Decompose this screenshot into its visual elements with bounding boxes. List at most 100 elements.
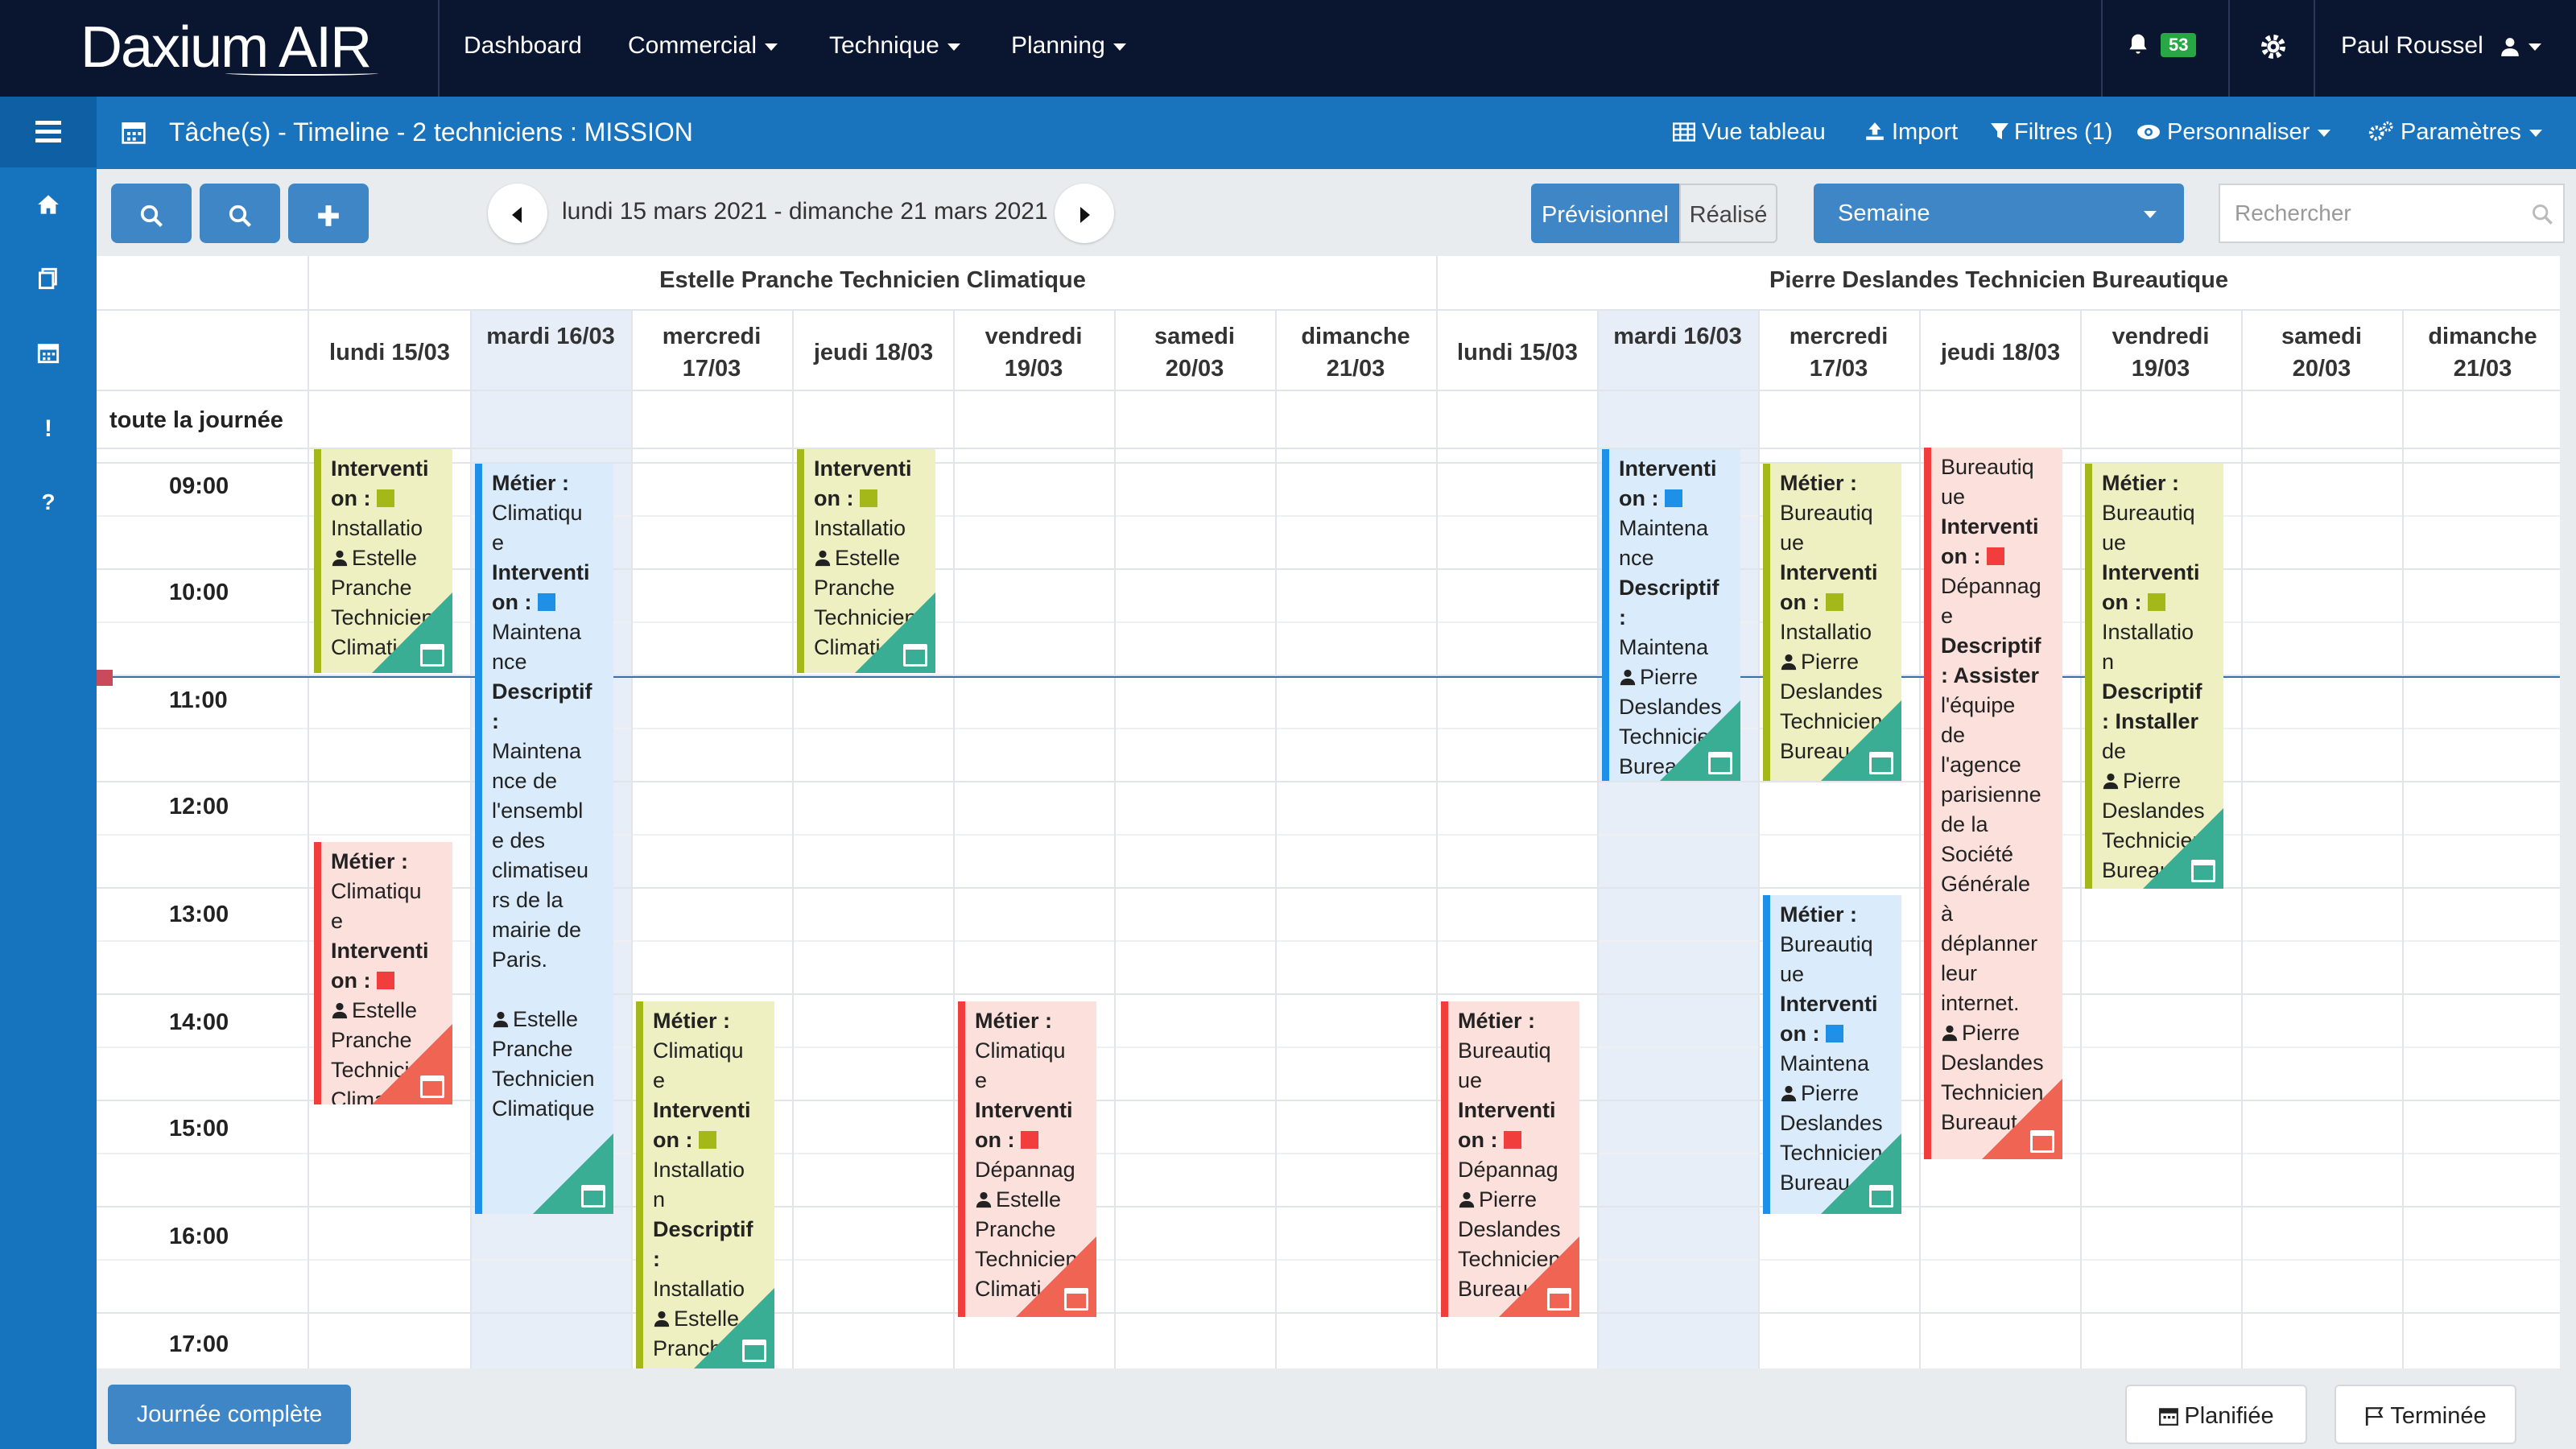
nav-planning[interactable]: Planning (1011, 32, 1126, 60)
notifications-button[interactable]: 53 (2125, 31, 2197, 58)
previsionnel-toggle[interactable]: Prévisionnel (1531, 184, 1679, 243)
task-event[interactable]: Métier : Climatiqu e Interventi on : Maintena… (475, 464, 613, 1214)
exclamation-icon: ! (44, 415, 52, 442)
advanced-search-button[interactable] (200, 184, 280, 243)
realise-toggle[interactable]: Réalisé (1679, 184, 1777, 243)
planifiee-button[interactable]: Planifiée (2125, 1385, 2307, 1444)
event-technician: Pierre (1479, 1187, 1538, 1212)
event-line: Estelle (492, 1005, 609, 1034)
next-week-button[interactable] (1055, 184, 1114, 243)
event-line: déplanner (1941, 931, 2038, 956)
add-task-button[interactable] (288, 184, 369, 243)
parametres-label: Paramètres (2401, 119, 2521, 145)
calendar-icon (742, 1340, 766, 1362)
nav-dashboard[interactable]: Dashboard (464, 32, 582, 60)
grid-line (97, 390, 2560, 391)
task-event[interactable]: Métier : Climatiqu e Interventi on : Dépannag… (958, 1001, 1096, 1317)
all-day-label: toute la journée (109, 407, 283, 433)
event-line: on : (1619, 484, 1736, 514)
current-time-marker (97, 670, 113, 686)
hour-label: 09:00 (169, 473, 229, 499)
hour-label: 11:00 (169, 687, 228, 713)
sidebar-item-documents[interactable] (0, 267, 97, 296)
task-event[interactable]: Interventi on : Maintena nce Descriptif: Main… (1602, 449, 1740, 781)
grid-line (97, 1100, 2560, 1101)
task-event[interactable]: Interventi on : Installatio Estelle Pranche T… (797, 449, 935, 673)
sidebar-item-home[interactable] (0, 193, 97, 222)
event-line: on : (975, 1125, 1092, 1155)
notification-count-badge: 53 (2161, 33, 2197, 58)
task-event[interactable]: Métier : Bureautiq ue Interventi on : Mainten… (1763, 895, 1901, 1214)
terminee-button[interactable]: Terminée (2334, 1385, 2516, 1444)
task-event[interactable]: Métier : Bureautiq ue Interventi on : Install… (2085, 464, 2223, 889)
event-technician: Pierre (1801, 650, 1860, 674)
event-line: Interventi (331, 939, 429, 963)
page-title: Tâche(s) - Timeline - 2 techniciens : MI… (169, 118, 693, 147)
previous-week-button[interactable] (488, 184, 547, 243)
user-icon (493, 1011, 509, 1028)
sidebar-item-alerts[interactable]: ! (0, 415, 97, 443)
event-line: Descriptif (1941, 634, 2041, 658)
calendar-icon (2191, 860, 2215, 882)
personnaliser-button[interactable]: Personnaliser (2136, 119, 2331, 146)
nav-technique[interactable]: Technique (829, 32, 960, 60)
logo-swoosh (225, 71, 378, 76)
event-line: Dépannag (1458, 1158, 1558, 1182)
event-line: : (653, 1247, 660, 1271)
vue-tableau-button[interactable]: Vue tableau (1673, 119, 1826, 146)
event-line: Interventi (331, 456, 429, 481)
user-icon (332, 550, 348, 567)
view-select[interactable]: Semaine (1814, 184, 2184, 243)
task-event[interactable]: Bureautiq ue Interventi on : Dépannag e Descri… (1924, 448, 2062, 1159)
day-header: mardi 16/03 (1613, 324, 1742, 349)
event-line: Bureautiq (1780, 932, 1873, 956)
event-line: Estelle (814, 543, 931, 573)
day-header: mercredi 17/03 (662, 324, 762, 382)
event-line: Métier : (2102, 471, 2180, 495)
day-header: jeudi 18/03 (813, 340, 934, 365)
sidebar-item-calendar[interactable] (0, 341, 97, 370)
event-line: l'agence (1941, 753, 2021, 777)
event-line: Métier : (1780, 471, 1858, 495)
settings-button[interactable] (2257, 31, 2289, 69)
filters-button[interactable]: Filtres (1) (1990, 119, 2112, 146)
user-menu[interactable]: Paul Roussel (2341, 32, 2542, 60)
event-line: Technicien (492, 1067, 595, 1091)
task-event[interactable]: Interventi on : Installatio Estelle Pranche T… (314, 449, 452, 673)
event-line: Métier : (1780, 902, 1858, 927)
task-event[interactable]: Métier : Bureautiq ue Interventi on : Install… (1763, 464, 1901, 781)
filter-icon (1991, 123, 2008, 139)
import-button[interactable]: Import (1864, 119, 1958, 146)
event-line: Société (1941, 842, 2014, 866)
calendar-icon (1869, 752, 1893, 774)
event-line: Maintena (1780, 1051, 1870, 1075)
user-icon (2501, 38, 2519, 56)
day-header: lundi 15/03 (329, 340, 450, 365)
task-event[interactable]: Métier : Climatiqu e Interventi on : Installa… (636, 1001, 774, 1368)
grid-line (97, 1312, 2560, 1314)
sidebar-toggle[interactable] (0, 97, 97, 167)
maintenance-color-square (1826, 1025, 1844, 1042)
search-input[interactable]: Rechercher (2219, 184, 2565, 243)
parametres-button[interactable]: Paramètres (2367, 119, 2542, 146)
event-line: Métier : (331, 849, 409, 873)
sidebar-item-help[interactable]: ? (0, 489, 97, 515)
event-line: Climatiqu (331, 879, 422, 903)
event-line: ue (1458, 1068, 1483, 1092)
user-icon (332, 1002, 348, 1019)
event-line: e (1941, 604, 1954, 628)
journee-complete-button[interactable]: Journée complète (108, 1385, 351, 1444)
grid-line (97, 1046, 2560, 1048)
grid-line (1597, 309, 1599, 1368)
chevron-right-icon (1080, 207, 1090, 223)
day-header: samedi 20/03 (2281, 324, 2362, 382)
nav-commercial[interactable]: Commercial (628, 32, 778, 60)
event-line: Interventi (653, 1098, 751, 1122)
search-button[interactable] (111, 184, 192, 243)
user-name: Paul Roussel (2341, 32, 2483, 59)
search-icon (2533, 204, 2553, 225)
task-event[interactable]: Métier : Bureautiq ue Interventi on : Dépanna… (1441, 1001, 1579, 1317)
task-event[interactable]: Métier : Climatiqu e Interventi on : Estelle P… (314, 842, 452, 1104)
depannage-color-square (377, 972, 395, 989)
event-line: Descriptif (492, 679, 592, 704)
